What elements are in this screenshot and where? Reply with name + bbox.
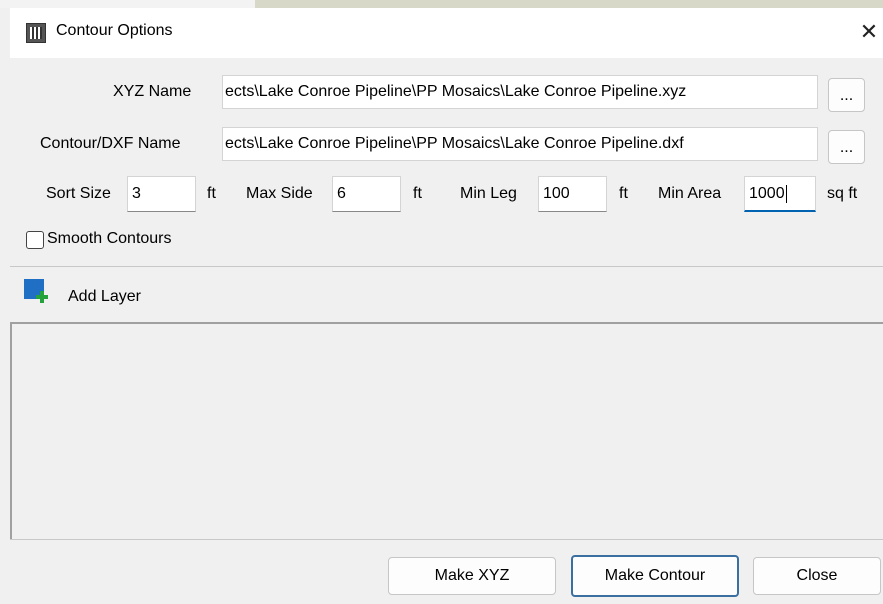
dxf-name-value: ects\Lake Conroe Pipeline\PP Mosaics\Lak… (225, 135, 684, 152)
text-caret (785, 184, 787, 203)
button-bar: Make XYZ Make Contour Close (10, 539, 883, 604)
make-xyz-button[interactable]: Make XYZ (388, 557, 556, 595)
max-side-unit: ft (413, 185, 422, 202)
contour-app-icon (26, 23, 46, 43)
min-leg-unit: ft (619, 185, 628, 202)
max-side-label: Max Side (246, 185, 313, 202)
smooth-contours-label[interactable]: Smooth Contours (47, 230, 172, 248)
max-side-input[interactable]: 6 (332, 176, 401, 212)
close-icon[interactable]: ✕ (855, 16, 883, 48)
background-accent (255, 0, 883, 8)
xyz-name-input[interactable]: ects\Lake Conroe Pipeline\PP Mosaics\Lak… (222, 75, 818, 109)
dxf-name-label: Contour/DXF Name (40, 135, 181, 152)
close-button[interactable]: Close (753, 557, 881, 595)
sort-size-input[interactable]: 3 (127, 176, 196, 212)
min-leg-input[interactable]: 100 (538, 176, 607, 212)
background-strip (0, 0, 883, 8)
section-divider (10, 266, 883, 267)
xyz-name-label: XYZ Name (113, 83, 192, 100)
xyz-name-value: ects\Lake Conroe Pipeline\PP Mosaics\Lak… (225, 83, 687, 100)
min-area-input[interactable]: 1000 (744, 176, 816, 212)
min-area-label: Min Area (658, 185, 722, 202)
xyz-browse-button[interactable]: ... (828, 78, 865, 112)
smooth-contours-checkbox[interactable] (26, 231, 44, 249)
dxf-browse-button[interactable]: ... (828, 130, 865, 164)
window-title: Contour Options (56, 22, 173, 39)
min-area-value: 1000 (749, 185, 785, 202)
min-leg-label: Min Leg (460, 185, 517, 202)
dialog-body: XYZ Name ects\Lake Conroe Pipeline\PP Mo… (10, 58, 883, 604)
min-area-unit: sq ft (827, 185, 858, 202)
dxf-name-input[interactable]: ects\Lake Conroe Pipeline\PP Mosaics\Lak… (222, 127, 818, 161)
make-contour-button[interactable]: Make Contour (571, 555, 739, 597)
sort-size-unit: ft (207, 185, 216, 202)
add-layer-label[interactable]: Add Layer (68, 288, 141, 306)
layer-list-panel[interactable] (10, 322, 883, 539)
add-layer-plus-icon (36, 291, 48, 303)
title-bar[interactable]: Contour Options ✕ (10, 8, 883, 58)
sort-size-label: Sort Size (46, 185, 111, 202)
